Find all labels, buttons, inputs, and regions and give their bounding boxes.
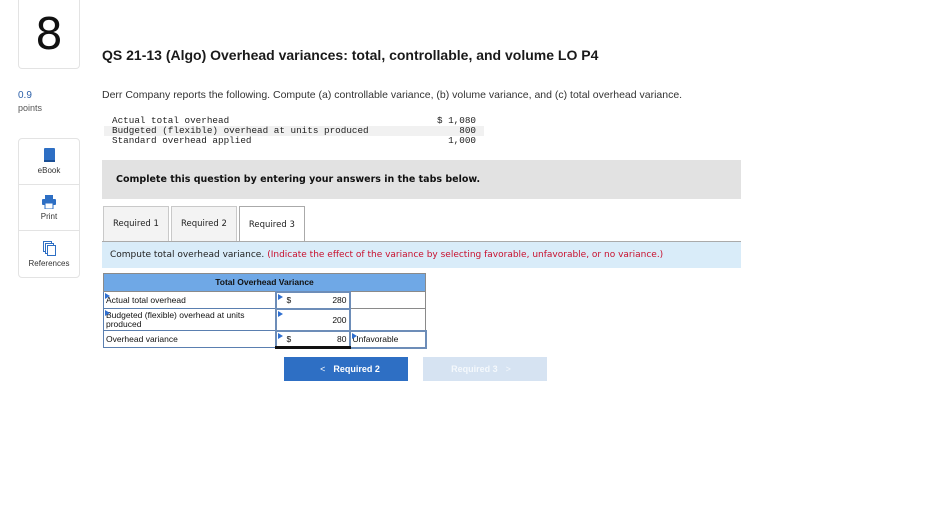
points-value: 0.9	[18, 90, 32, 101]
instruction-bar: Compute total overhead variance. (Indica…	[102, 241, 741, 268]
prev-label: Required 2	[333, 364, 380, 374]
print-label: Print	[40, 211, 58, 221]
flag-icon	[351, 332, 357, 339]
given-label: Standard overhead applied	[112, 135, 252, 146]
flag-icon	[277, 310, 283, 317]
next-required-button[interactable]: Required 3 >	[423, 357, 547, 381]
question-intro: Derr Company reports the following. Comp…	[102, 89, 683, 101]
book-icon	[43, 148, 56, 163]
variance-type-select[interactable]: Unfavorable	[348, 329, 427, 349]
amount-input[interactable]: $80	[274, 329, 351, 349]
complete-banner: Complete this question by entering your …	[102, 160, 741, 199]
required-tabs: Required 1 Required 2 Required 3	[103, 206, 307, 242]
references-label: References	[28, 258, 70, 268]
row-label-cell[interactable]: Actual total overhead	[103, 291, 276, 309]
chevron-left-icon: <	[320, 364, 326, 374]
tab-required-2[interactable]: Required 2	[170, 206, 237, 241]
instruction-note: (Indicate the effect of the variance by …	[267, 250, 664, 260]
chevron-right-icon: >	[505, 364, 511, 374]
row-label-cell: Overhead variance	[103, 330, 276, 348]
tools-panel: eBook Print References	[18, 138, 80, 278]
points-label: points	[18, 103, 43, 113]
ebook-label: eBook	[37, 166, 61, 175]
flag-icon	[277, 332, 283, 339]
answer-table: Total Overhead Variance Actual total ove…	[103, 273, 427, 349]
print-button[interactable]: Print	[19, 185, 79, 231]
amount-input[interactable]: 200	[274, 307, 351, 332]
ebook-button[interactable]: eBook	[19, 139, 79, 185]
instruction-main: Compute total overhead variance.	[110, 250, 265, 260]
flag-icon	[105, 310, 110, 316]
table-row: Actual total overhead $280	[103, 290, 426, 310]
points-info: 0.9 points	[18, 90, 42, 114]
references-icon	[42, 240, 56, 256]
flag-icon	[105, 293, 110, 299]
references-button[interactable]: References	[19, 231, 79, 277]
result-cell	[349, 291, 426, 309]
row-label-cell[interactable]: Budgeted (flexible) overhead at units pr…	[103, 308, 276, 331]
prev-required-button[interactable]: < Required 2	[284, 357, 408, 381]
amount-input[interactable]: $280	[274, 290, 351, 310]
flag-icon	[277, 293, 283, 300]
answer-table-title: Total Overhead Variance	[103, 273, 426, 292]
given-data-table: Actual total overhead $ 1,080 Budgeted (…	[104, 116, 484, 146]
given-row: Standard overhead applied 1,000	[104, 136, 484, 146]
tab-required-3[interactable]: Required 3	[238, 206, 305, 242]
given-amount: 1,000	[448, 135, 476, 146]
table-row: Overhead variance $80 Unfavorable	[103, 329, 427, 349]
question-number: 8	[18, 0, 80, 69]
tab-required-1[interactable]: Required 1	[103, 206, 169, 241]
next-label: Required 3	[451, 364, 498, 374]
question-title: QS 21-13 (Algo) Overhead variances: tota…	[102, 47, 599, 63]
printer-icon	[42, 194, 56, 209]
result-cell	[349, 308, 426, 331]
table-row: Budgeted (flexible) overhead at units pr…	[103, 307, 426, 332]
